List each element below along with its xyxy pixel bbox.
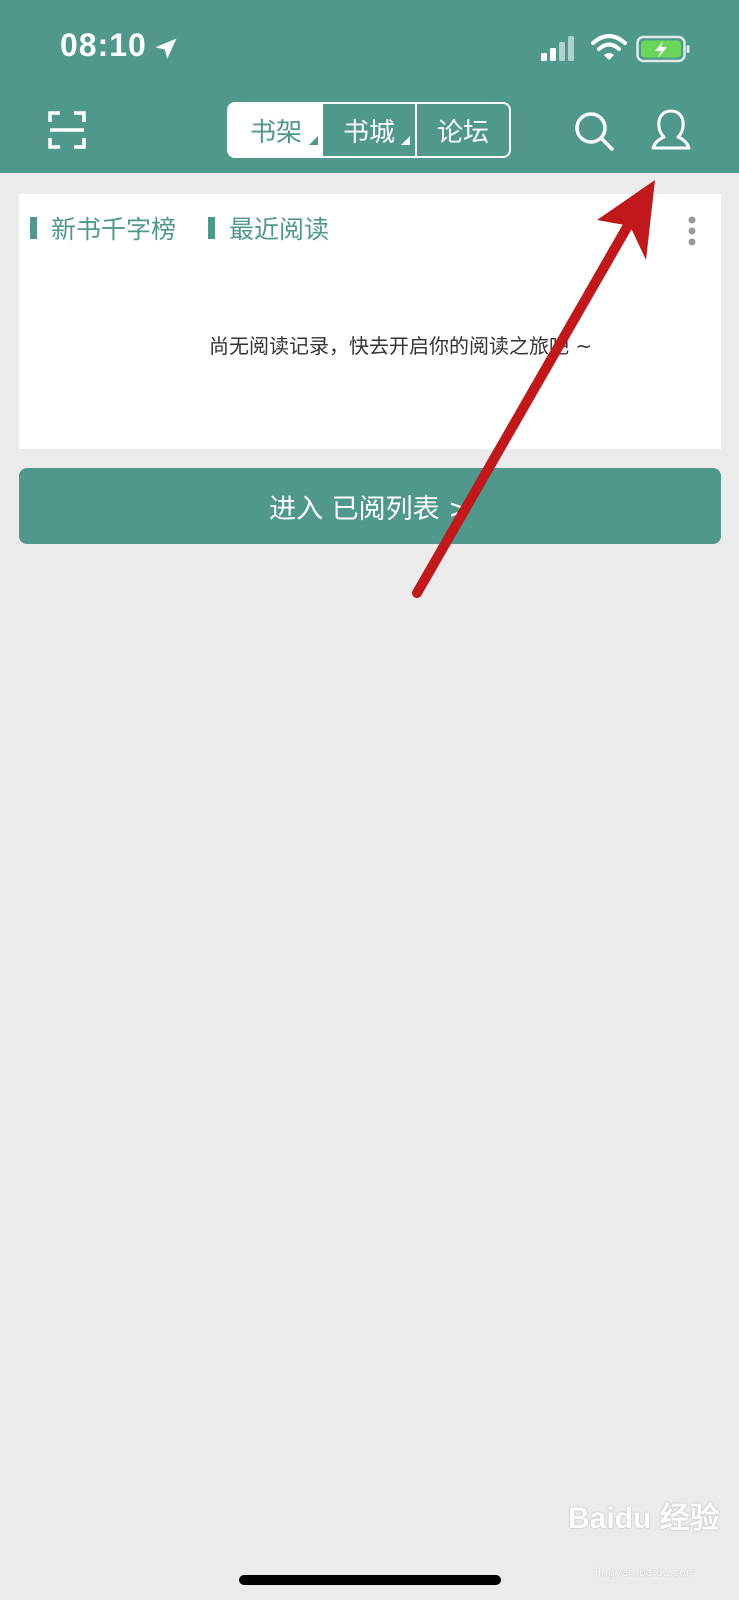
battery-charging-icon — [636, 35, 690, 63]
section-marker — [30, 217, 37, 239]
section-marker — [208, 217, 215, 239]
status-time: 08:10 — [60, 27, 147, 63]
user-icon[interactable] — [651, 108, 691, 152]
baidu-watermark-url: jingyan.baidu.com — [595, 1566, 697, 1579]
enter-read-list-button[interactable]: 进入 已阅列表 > — [19, 468, 721, 544]
tab-bookstore-label: 书城 — [342, 117, 395, 148]
home-indicator — [239, 1575, 501, 1585]
baidu-watermark: Baidu 经验 — [568, 1502, 720, 1535]
tab-bookstore[interactable]: 书城 — [323, 104, 417, 156]
section-tab-recent-reading-label: 最近阅读 — [229, 215, 330, 244]
scan-icon[interactable] — [48, 111, 86, 149]
section-tab-recent-reading[interactable]: 最近阅读 — [208, 210, 329, 246]
wifi-icon — [591, 34, 627, 60]
dropdown-corner-icon — [309, 136, 318, 145]
empty-reading-message: 尚无阅读记录，快去开启你的阅读之旅吧 ~ — [209, 334, 593, 358]
location-arrow-icon — [155, 38, 177, 59]
more-vertical-icon[interactable] — [685, 216, 699, 250]
section-tab-new-books[interactable]: 新书千字榜 — [30, 210, 176, 246]
tab-bookshelf[interactable]: 书架 — [229, 104, 323, 156]
tab-forum[interactable]: 论坛 — [417, 104, 509, 156]
section-tab-new-books-label: 新书千字榜 — [51, 215, 177, 244]
signal-icon — [541, 36, 574, 61]
dropdown-corner-icon — [401, 136, 410, 145]
recent-reading-card: 新书千字榜 最近阅读 尚无阅读记录，快去开启你的阅读之旅吧 ~ — [19, 194, 721, 449]
tab-bookshelf-label: 书架 — [249, 117, 302, 148]
search-icon[interactable] — [573, 110, 615, 152]
nav-tabs: 书架 书城 论坛 — [227, 102, 511, 158]
tab-forum-label: 论坛 — [436, 117, 489, 148]
top-header: 08:10 书架 书城 论坛 — [0, 0, 739, 173]
